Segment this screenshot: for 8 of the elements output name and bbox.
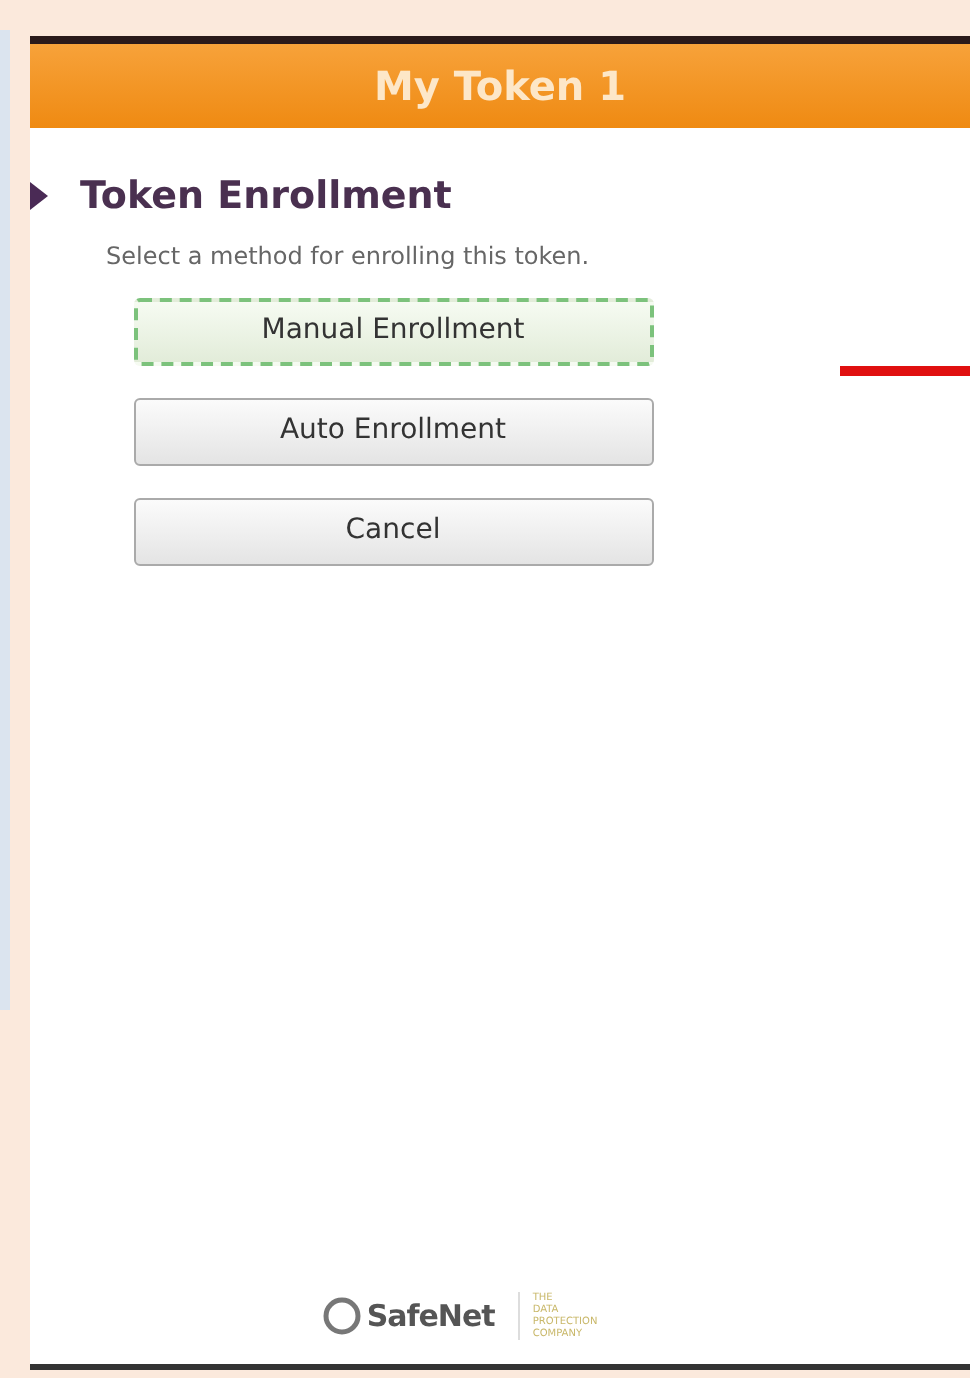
section-description: Select a method for enrolling this token. — [106, 239, 592, 273]
enrollment-button[interactable]: Auto Enrollment — [133, 397, 653, 465]
logo: SafeNet — [322, 1293, 495, 1339]
section-title: Token Enrollment — [80, 172, 452, 222]
enrollment-button[interactable]: Manual Enrollment — [133, 297, 653, 365]
enrollment-button[interactable]: Cancel — [133, 497, 653, 565]
window-title: My Token 1 — [30, 44, 970, 128]
triangle-icon — [30, 182, 48, 211]
